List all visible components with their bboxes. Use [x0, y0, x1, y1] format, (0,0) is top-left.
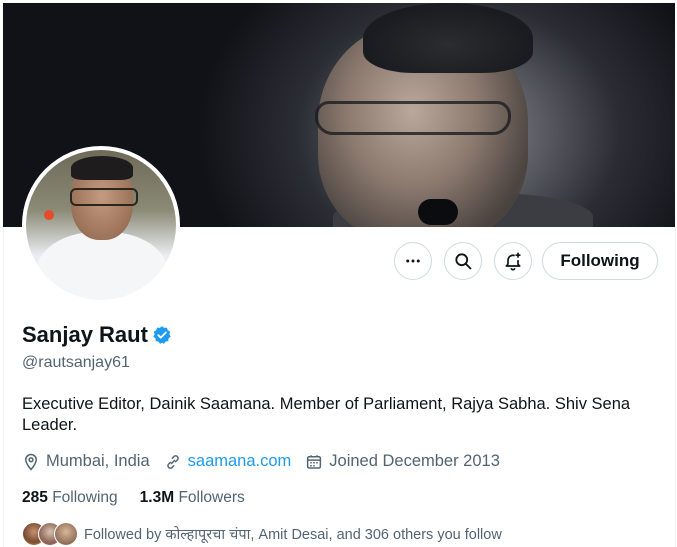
banner-microphone: [418, 199, 458, 225]
frame-border-left: [3, 227, 4, 547]
following-button[interactable]: Following: [542, 242, 658, 280]
avatar-flag: [44, 210, 54, 220]
following-count: 285: [22, 489, 48, 506]
profile-name: Sanjay Raut: [22, 322, 148, 347]
search-button[interactable]: [444, 242, 482, 280]
profile-stats: 285 Following 1.3M Followers: [22, 489, 245, 507]
profile-bio: Executive Editor, Dainik Saamana. Member…: [22, 395, 631, 434]
verified-badge-icon[interactable]: [152, 325, 172, 345]
profile-handle: @rautsanjay61: [22, 354, 130, 371]
website-link[interactable]: saamana.com: [188, 452, 292, 471]
avatar-photo: [26, 150, 176, 300]
followed-by-row[interactable]: Followed by कोल्हापूरचा चंपा, Amit Desai…: [22, 522, 502, 546]
profile-name-row: Sanjay Raut: [22, 322, 172, 348]
bell-plus-icon: [505, 252, 521, 271]
mutual-avatars: [22, 522, 78, 546]
avatar-shirt: [36, 232, 168, 300]
following-stat[interactable]: 285 Following: [22, 489, 118, 507]
avatar-glasses: [70, 188, 138, 206]
followed-by-text: Followed by कोल्हापूरचा चंपा, Amit Desai…: [84, 527, 502, 543]
link-icon: [166, 454, 179, 469]
followers-label: Followers: [178, 489, 245, 506]
location-pin-icon: [24, 453, 38, 471]
followers-count: 1.3M: [139, 489, 175, 506]
location-item: Mumbai, India: [22, 452, 150, 471]
followers-stat[interactable]: 1.3M Followers: [140, 489, 245, 507]
frame-border-right: [675, 227, 676, 547]
avatar-hair: [71, 156, 133, 180]
banner-glasses: [315, 101, 511, 135]
joined-item: Joined December 2013: [305, 452, 500, 471]
banner-hair: [363, 3, 533, 73]
website-item[interactable]: saamana.com: [164, 452, 292, 471]
more-icon: [406, 259, 420, 263]
joined-text: Joined December 2013: [329, 452, 500, 470]
more-button[interactable]: [394, 242, 432, 280]
profile-avatar[interactable]: [22, 146, 180, 304]
mutual-avatar: [54, 522, 78, 546]
location-text: Mumbai, India: [46, 452, 150, 470]
following-label: Following: [52, 489, 118, 506]
calendar-icon: [307, 454, 322, 469]
notification-button[interactable]: [494, 242, 532, 280]
profile-meta: Mumbai, India saamana.com Joined Decembe…: [22, 452, 514, 471]
search-icon: [455, 253, 472, 270]
